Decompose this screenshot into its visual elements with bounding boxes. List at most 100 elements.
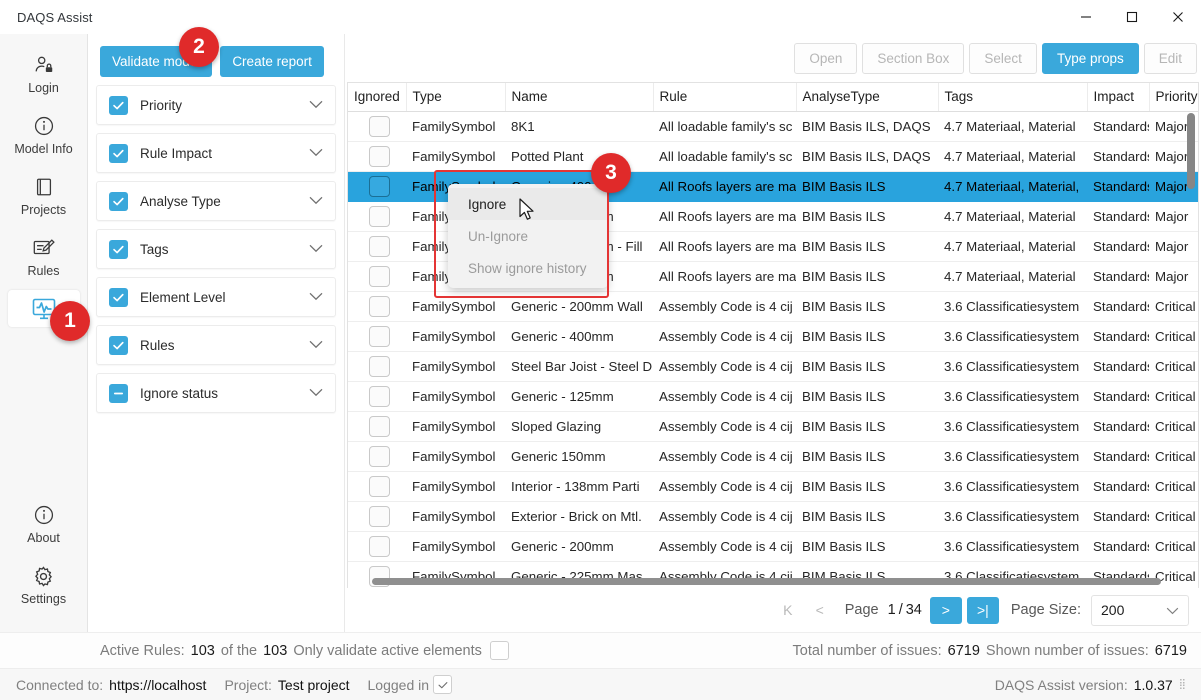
row-ignored-checkbox[interactable] bbox=[369, 116, 390, 137]
row-ignored-checkbox[interactable] bbox=[369, 206, 390, 227]
grid-vertical-scrollbar[interactable] bbox=[1187, 113, 1195, 574]
first-page-button[interactable]: K bbox=[772, 597, 804, 624]
column-header-type[interactable]: Type bbox=[406, 83, 505, 112]
row-tags-cell: 4.7 Materiaal, Material bbox=[938, 232, 1087, 262]
chevron-down-icon[interactable] bbox=[309, 144, 323, 162]
select-button[interactable]: Select bbox=[969, 43, 1037, 74]
row-tags-cell: 4.7 Materiaal, Material bbox=[938, 112, 1087, 142]
filter-group-rules[interactable]: Rules bbox=[96, 325, 336, 365]
row-ignored-checkbox[interactable] bbox=[369, 446, 390, 467]
table-row[interactable]: FamilySymbolSloped GlazingAssembly Code … bbox=[348, 412, 1199, 442]
column-header-name[interactable]: Name bbox=[505, 83, 653, 112]
next-page-button[interactable]: > bbox=[930, 597, 962, 624]
row-ignored-checkbox[interactable] bbox=[369, 266, 390, 287]
section-box-button[interactable]: Section Box bbox=[862, 43, 964, 74]
sidebar-item-rules[interactable]: Rules bbox=[8, 229, 80, 284]
total-rules-count: 103 bbox=[263, 643, 287, 659]
row-impact-cell: Standards bbox=[1087, 442, 1149, 472]
annotation-badge-1: 1 bbox=[50, 301, 90, 341]
logged-in-checkbox[interactable] bbox=[433, 675, 452, 694]
table-row[interactable]: FamilySymbolPotted PlantAll loadable fam… bbox=[348, 142, 1199, 172]
table-row[interactable]: FamilySymbolGeneric - 125mmAssembly Code… bbox=[348, 382, 1199, 412]
filter-group-priority[interactable]: Priority bbox=[96, 85, 336, 125]
chevron-down-icon[interactable] bbox=[309, 240, 323, 258]
close-icon[interactable] bbox=[1155, 0, 1201, 34]
sidebar-item-label: Login bbox=[28, 81, 59, 95]
sidebar-item-settings[interactable]: Settings bbox=[8, 557, 80, 612]
column-header-rule[interactable]: Rule bbox=[653, 83, 796, 112]
row-type-cell: FamilySymbol bbox=[406, 112, 505, 142]
only-validate-active-checkbox[interactable] bbox=[490, 641, 509, 660]
checkbox-checked-icon[interactable] bbox=[109, 288, 128, 307]
row-ignored-cell bbox=[348, 472, 406, 502]
row-ignored-checkbox[interactable] bbox=[369, 386, 390, 407]
grid-vertical-scroll-thumb[interactable] bbox=[1187, 113, 1195, 189]
checkbox-checked-icon[interactable] bbox=[109, 240, 128, 259]
filter-group-ignore-status[interactable]: Ignore status bbox=[96, 373, 336, 413]
last-page-button[interactable]: >| bbox=[967, 597, 999, 624]
sidebar-item-projects[interactable]: Projects bbox=[8, 168, 80, 223]
sidebar-item-about[interactable]: About bbox=[8, 496, 80, 551]
filter-group-tags[interactable]: Tags bbox=[96, 229, 336, 269]
row-ignored-checkbox[interactable] bbox=[369, 146, 390, 167]
table-row[interactable]: FamilySymbolInterior - 138mm PartiAssemb… bbox=[348, 472, 1199, 502]
filter-panel: Validate model Create report Priority bbox=[88, 34, 345, 632]
chevron-down-icon[interactable] bbox=[309, 336, 323, 354]
chevron-down-icon[interactable] bbox=[309, 288, 323, 306]
minimize-icon[interactable] bbox=[1063, 0, 1109, 34]
column-header-ignored[interactable]: Ignored bbox=[348, 83, 406, 112]
checkbox-checked-icon[interactable] bbox=[109, 144, 128, 163]
page-total: 34 bbox=[906, 602, 922, 618]
filter-group-rule-impact[interactable]: Rule Impact bbox=[96, 133, 336, 173]
page-size-select[interactable]: 200 bbox=[1091, 595, 1189, 626]
sidebar-item-login[interactable]: Login bbox=[8, 46, 80, 101]
row-ignored-checkbox[interactable] bbox=[369, 176, 390, 197]
row-ignored-checkbox[interactable] bbox=[369, 536, 390, 557]
chevron-down-icon[interactable] bbox=[309, 96, 323, 114]
row-ignored-checkbox[interactable] bbox=[369, 476, 390, 497]
table-row[interactable]: FamilySymbolGeneric - 200mmAssembly Code… bbox=[348, 532, 1199, 562]
row-impact-cell: Standards bbox=[1087, 382, 1149, 412]
checkbox-checked-icon[interactable] bbox=[109, 192, 128, 211]
grid-horizontal-scrollbar[interactable] bbox=[364, 578, 1182, 585]
open-button[interactable]: Open bbox=[794, 43, 857, 74]
grid-horizontal-scroll-thumb[interactable] bbox=[372, 578, 1161, 585]
context-menu-item-ignore[interactable]: Ignore bbox=[448, 188, 608, 220]
sidebar-item-label: Rules bbox=[28, 264, 60, 278]
row-ignored-cell bbox=[348, 382, 406, 412]
row-ignored-checkbox[interactable] bbox=[369, 506, 390, 527]
column-header-analysetype[interactable]: AnalyseType bbox=[796, 83, 938, 112]
edit-button[interactable]: Edit bbox=[1144, 43, 1197, 74]
table-row[interactable]: FamilySymbolGeneric - 400mmAssembly Code… bbox=[348, 322, 1199, 352]
resize-grip-icon[interactable]: ⣿ bbox=[1179, 679, 1185, 690]
filter-group-analyse-type[interactable]: Analyse Type bbox=[96, 181, 336, 221]
checkbox-checked-icon[interactable] bbox=[109, 96, 128, 115]
table-row[interactable]: FamilySymbol8K1All loadable family's scB… bbox=[348, 112, 1199, 142]
column-header-priority[interactable]: Priority bbox=[1149, 83, 1199, 112]
chevron-down-icon[interactable] bbox=[309, 384, 323, 402]
previous-page-button[interactable]: < bbox=[804, 597, 836, 624]
row-ignored-checkbox[interactable] bbox=[369, 296, 390, 317]
row-ignored-checkbox[interactable] bbox=[369, 236, 390, 257]
row-ignored-checkbox[interactable] bbox=[369, 416, 390, 437]
checkbox-indeterminate-icon[interactable] bbox=[109, 384, 128, 403]
row-rule-cell: Assembly Code is 4 cij bbox=[653, 322, 796, 352]
column-header-tags[interactable]: Tags bbox=[938, 83, 1087, 112]
column-header-impact[interactable]: Impact bbox=[1087, 83, 1149, 112]
table-row[interactable]: FamilySymbolGeneric 150mmAssembly Code i… bbox=[348, 442, 1199, 472]
row-name-cell: Sloped Glazing bbox=[505, 412, 653, 442]
sidebar-item-model-info[interactable]: Model Info bbox=[8, 107, 80, 162]
row-impact-cell: Standards bbox=[1087, 202, 1149, 232]
filter-group-element-level[interactable]: Element Level bbox=[96, 277, 336, 317]
row-ignored-checkbox[interactable] bbox=[369, 356, 390, 377]
row-ignored-checkbox[interactable] bbox=[369, 326, 390, 347]
table-row[interactable]: FamilySymbolExterior - Brick on Mtl.Asse… bbox=[348, 502, 1199, 532]
table-row[interactable]: FamilySymbolSteel Bar Joist - Steel DAss… bbox=[348, 352, 1199, 382]
table-row[interactable]: FamilySymbolGeneric - 200mm WallAssembly… bbox=[348, 292, 1199, 322]
type-props-button[interactable]: Type props bbox=[1042, 43, 1139, 74]
row-context-menu: Ignore Un-Ignore Show ignore history bbox=[448, 184, 608, 288]
chevron-down-icon[interactable] bbox=[309, 192, 323, 210]
checkbox-checked-icon[interactable] bbox=[109, 336, 128, 355]
create-report-button[interactable]: Create report bbox=[220, 46, 324, 77]
maximize-icon[interactable] bbox=[1109, 0, 1155, 34]
